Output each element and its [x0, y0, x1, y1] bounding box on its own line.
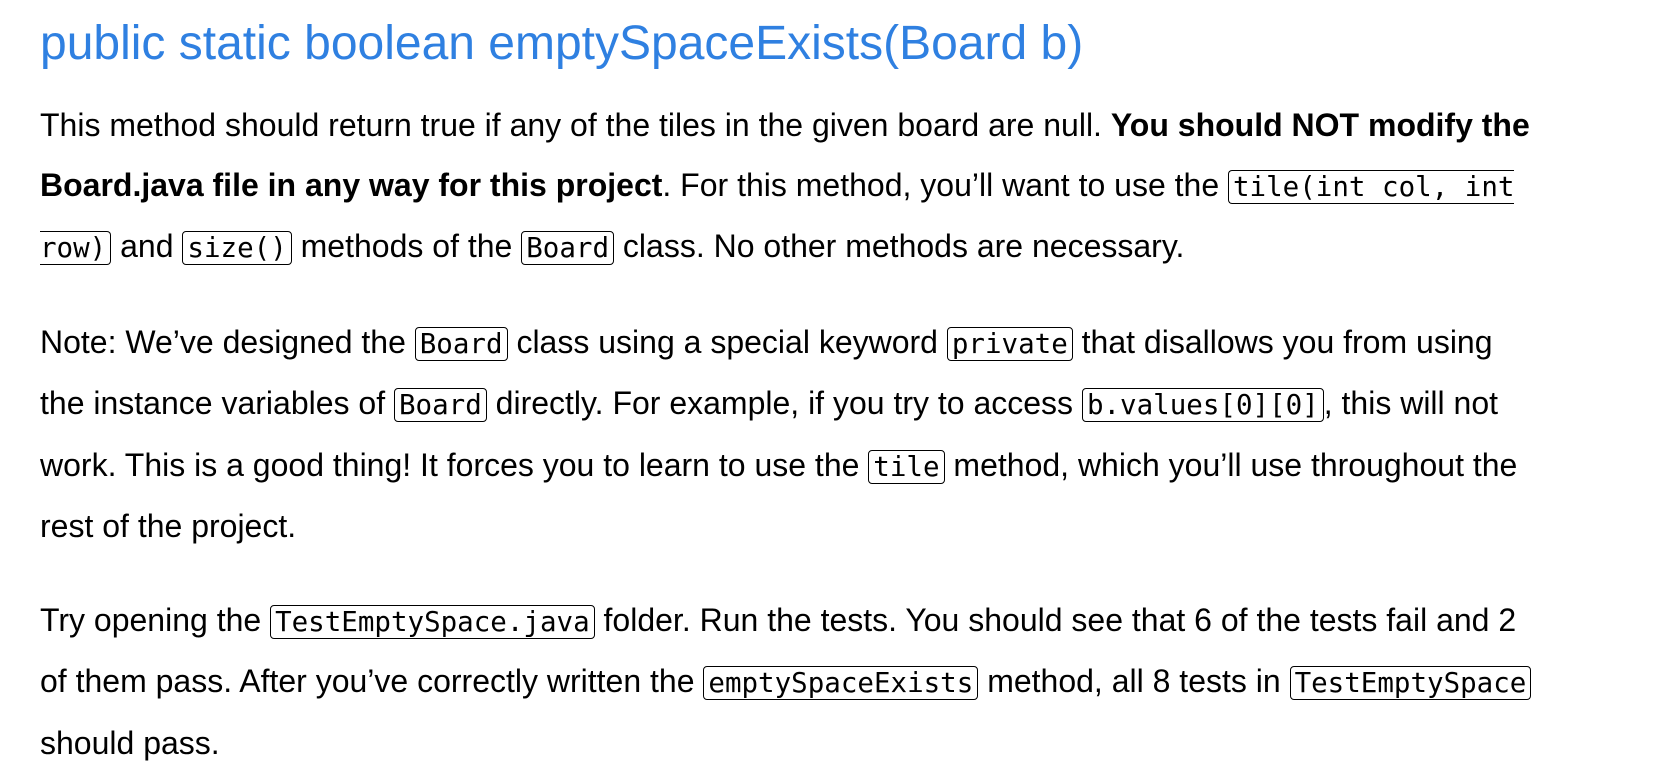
paragraph-line: Try opening the TestEmptySpace.java fold… — [40, 591, 1640, 653]
document-page: public static boolean emptySpaceExists(B… — [0, 0, 1666, 777]
text-run: rest of the project. — [40, 508, 297, 544]
text-run: This method should return true if any of… — [40, 107, 1111, 143]
bold-warning: You should NOT modify the — [1110, 107, 1530, 143]
text-run: the instance variables of — [40, 385, 394, 421]
paragraph-line: the instance variables of Board directly… — [40, 374, 1640, 436]
text-run: work. This is a good thing! It forces yo… — [40, 446, 869, 483]
paragraph-note: Note: We’ve designed the Board class usi… — [40, 313, 1640, 557]
text-run: Try opening the — [40, 601, 271, 638]
text-run: . For this method, you’ll want to use th… — [662, 166, 1228, 203]
paragraph-line: Note: We’ve designed the Board class usi… — [40, 313, 1640, 375]
text-run: and — [111, 228, 183, 264]
text-run: that disallows you from using — [1072, 323, 1493, 360]
inline-code-method-name: emptySpaceExists — [703, 666, 979, 700]
paragraph-line: Board.java file in any way for this proj… — [40, 156, 1640, 218]
text-run: , this will not — [1323, 385, 1499, 421]
inline-code-test-file: TestEmptySpace.java — [270, 604, 595, 639]
text-run: should pass. — [40, 724, 220, 761]
inline-code-board-class: Board — [393, 388, 487, 422]
text-run: class. No other methods are necessary. — [614, 228, 1185, 264]
inline-code-tile-method: tile(int col, int — [1228, 169, 1515, 204]
paragraph-line: of them pass. After you’ve correctly wri… — [40, 652, 1640, 714]
text-run: method, which you’ll use throughout the — [944, 446, 1518, 483]
text-run: folder. Run the tests. You should see th… — [594, 601, 1517, 638]
inline-code-board-class: Board — [414, 326, 508, 361]
paragraph-line: work. This is a good thing! It forces yo… — [40, 436, 1640, 498]
inline-code-values-access: b.values[0][0] — [1081, 388, 1324, 422]
text-run: class using a special keyword — [507, 323, 947, 360]
inline-code-size-method: size() — [182, 231, 292, 265]
inline-code-tile-method-continued: row) — [40, 231, 112, 265]
text-run: Note: We’ve designed the — [40, 323, 415, 360]
text-run: directly. For example, if you try to acc… — [486, 385, 1082, 421]
paragraph-tests: Try opening the TestEmptySpace.java fold… — [40, 591, 1640, 774]
paragraph-line: This method should return true if any of… — [40, 96, 1640, 156]
inline-code-tile-method: tile — [868, 449, 945, 484]
paragraph-line: rest of the project. — [40, 497, 1640, 557]
text-run: of them pass. After you’ve correctly wri… — [40, 663, 704, 699]
text-run: method, all 8 tests in — [978, 663, 1290, 699]
paragraph-line: row) and size() methods of the Board cla… — [40, 217, 1640, 279]
method-heading: public static boolean emptySpaceExists(B… — [40, 17, 1084, 70]
text-run: methods of the — [291, 228, 522, 264]
paragraph-description: This method should return true if any of… — [40, 96, 1640, 279]
bold-warning: Board.java file in any way for this proj… — [40, 166, 663, 203]
paragraph-line: should pass. — [40, 714, 1640, 774]
inline-code-private-keyword: private — [946, 326, 1073, 361]
inline-code-test-class: TestEmptySpace — [1289, 666, 1532, 700]
inline-code-board-class: Board — [521, 231, 615, 265]
